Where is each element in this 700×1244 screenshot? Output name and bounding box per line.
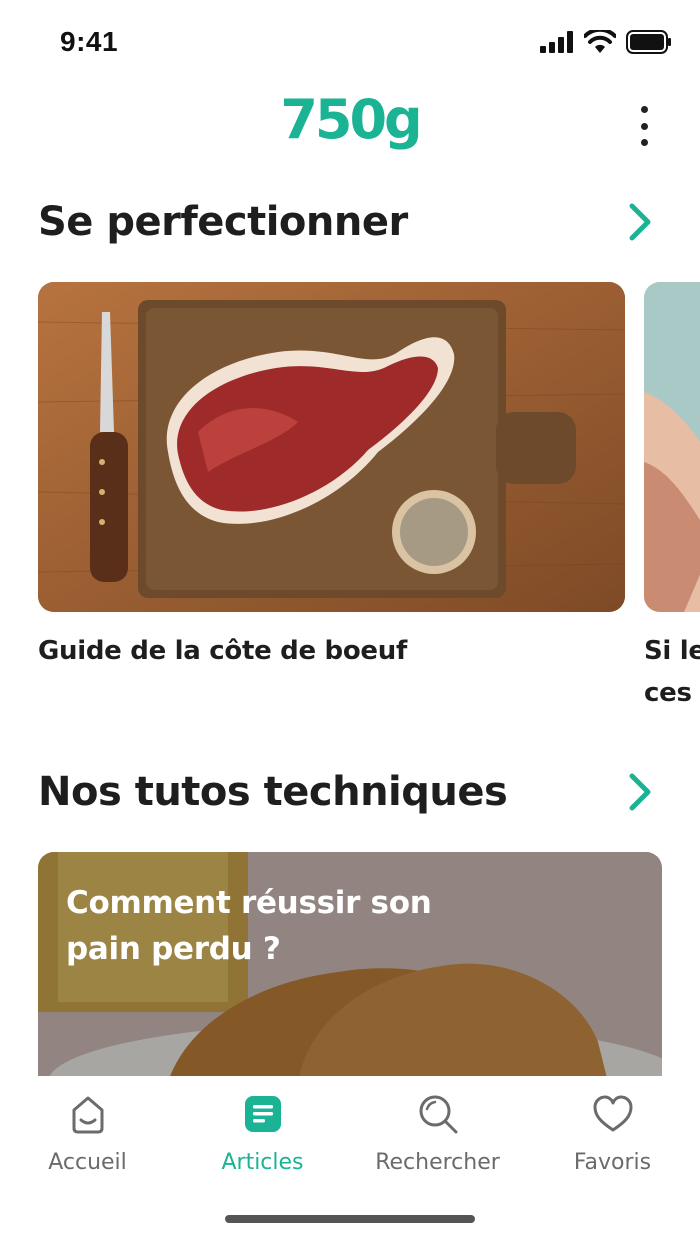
tab-favoris[interactable]: Favoris bbox=[525, 1092, 700, 1175]
article-caption[interactable]: Guide de la côte de boeuf bbox=[38, 630, 628, 672]
article-card-cote-de-boeuf[interactable] bbox=[38, 282, 625, 612]
home-icon bbox=[72, 1096, 103, 1134]
home-indicator bbox=[225, 1215, 475, 1223]
section-header-tutos: Nos tutos techniques bbox=[38, 762, 662, 822]
chevron-right-icon[interactable] bbox=[618, 200, 662, 244]
tab-label: Rechercher bbox=[375, 1150, 500, 1175]
chevron-right-icon[interactable] bbox=[618, 770, 662, 814]
app-header: 750g bbox=[0, 88, 700, 168]
search-icon bbox=[419, 1095, 457, 1134]
app-logo: 750g bbox=[280, 88, 422, 151]
article-caption-next[interactable]: Si le ces bbox=[644, 630, 700, 714]
status-icons bbox=[540, 30, 672, 54]
articles-icon bbox=[244, 1096, 281, 1132]
battery-icon bbox=[626, 30, 671, 54]
article-card-next[interactable] bbox=[644, 282, 700, 612]
status-time: 9:41 bbox=[60, 26, 119, 57]
signal-icon bbox=[540, 31, 573, 53]
tab-articles[interactable]: Articles bbox=[175, 1092, 350, 1175]
article-next-image bbox=[644, 282, 700, 612]
status-bar: 9:41 bbox=[0, 0, 700, 88]
tab-label: Favoris bbox=[573, 1150, 652, 1175]
tab-accueil[interactable]: Accueil bbox=[0, 1092, 175, 1175]
section-title: Se perfectionner bbox=[38, 199, 408, 245]
section-header-perfectionner: Se perfectionner bbox=[38, 192, 662, 252]
tab-label: Accueil bbox=[48, 1150, 127, 1175]
tab-rechercher[interactable]: Rechercher bbox=[350, 1092, 525, 1175]
cote-de-boeuf-image bbox=[38, 282, 625, 612]
heart-icon bbox=[593, 1095, 632, 1132]
section-title: Nos tutos techniques bbox=[38, 769, 508, 815]
tuto-card-pain-perdu[interactable]: Comment réussir son pain perdu ? bbox=[38, 852, 662, 1082]
more-menu-button[interactable] bbox=[634, 106, 654, 146]
wifi-icon bbox=[584, 30, 616, 53]
more-dots-icon bbox=[640, 106, 648, 113]
tuto-title: Comment réussir son pain perdu ? bbox=[66, 885, 432, 967]
tab-label: Articles bbox=[221, 1150, 304, 1175]
